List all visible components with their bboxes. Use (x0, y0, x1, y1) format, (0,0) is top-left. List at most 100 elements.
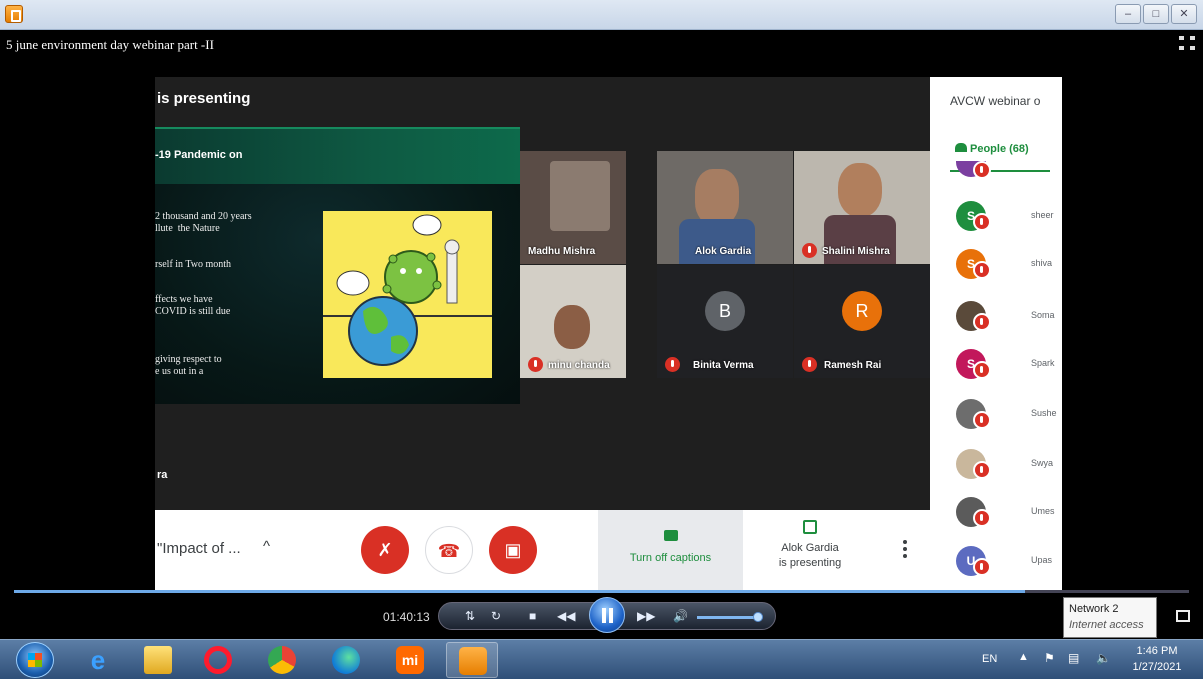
cartoon-illustration (323, 214, 492, 366)
expand-caret-icon[interactable]: ^ (263, 538, 270, 555)
participant-name: Ramesh Rai (824, 360, 882, 371)
participant-avatar: R (842, 291, 882, 331)
media-player-icon (459, 647, 487, 675)
taskbar-chrome[interactable] (256, 642, 308, 678)
participant-name: Upas (1031, 555, 1053, 565)
elapsed-time: 01:40:13 (383, 610, 430, 624)
people-tab-label: People (68) (970, 143, 1029, 155)
show-hidden-icons[interactable]: ▲ (1018, 651, 1029, 663)
participant-row[interactable]: Soma (956, 297, 1062, 337)
fullscreen-icon[interactable] (1179, 36, 1195, 50)
camera-off-button[interactable]: ▣ (489, 526, 537, 574)
seek-bar[interactable] (14, 590, 1189, 593)
taskbar: e mi EN ▲ ⚑ ▤ 🔈 (0, 639, 1203, 679)
chrome-icon (268, 646, 296, 674)
meeting-controls-bar: "Impact of ... ^ ✗ ☎ ▣ Turn off captions… (155, 510, 930, 590)
participant-row[interactable]: U Upas (956, 542, 1062, 582)
volume-tray-icon[interactable]: 🔈 (1096, 651, 1111, 665)
participant-name: Binita Verma (693, 360, 754, 371)
participant-avatar: B (705, 291, 745, 331)
muted-mic-icon (973, 558, 991, 576)
pause-button[interactable] (589, 597, 625, 633)
taskbar-opera[interactable] (192, 642, 244, 678)
presenting-label: is presenting (157, 90, 251, 107)
taskbar-ie[interactable]: e (72, 642, 124, 678)
volume-slider[interactable] (697, 612, 763, 622)
presenter-status[interactable]: Alok Gardia is presenting (755, 520, 865, 571)
minimize-button[interactable]: – (1115, 4, 1141, 24)
muted-mic-icon (973, 361, 991, 379)
transport-controls: ⇅ ↻ ■ ◀◀ ▶▶ 🔊 (438, 597, 776, 633)
participant-row[interactable]: S sheer (956, 197, 1062, 237)
muted-mic-icon (665, 357, 680, 372)
participant-tile[interactable]: B Binita Verma (657, 265, 793, 378)
clock-date: 1/27/2021 (1132, 661, 1182, 673)
muted-mic-icon (973, 313, 991, 331)
taskbar-edge[interactable] (320, 642, 372, 678)
start-button[interactable] (16, 642, 54, 678)
muted-mic-icon (973, 161, 991, 179)
meeting-topic[interactable]: "Impact of ... (157, 540, 241, 557)
participant-name: Soma (1031, 310, 1055, 320)
muted-mic-icon (802, 243, 817, 258)
taskbar-explorer[interactable] (132, 642, 184, 678)
language-indicator[interactable]: EN (982, 653, 997, 665)
muted-mic-icon (973, 509, 991, 527)
taskbar-mi[interactable]: mi (384, 642, 436, 678)
captions-button[interactable]: Turn off captions (598, 510, 743, 590)
participant-row[interactable]: S shiva (956, 245, 1062, 285)
participant-name: Umes (1031, 506, 1055, 516)
maximize-button[interactable]: □ (1143, 4, 1169, 24)
presenter-name: Alok Gardia (781, 542, 839, 554)
stop-icon[interactable]: ■ (529, 609, 536, 623)
shuffle-icon[interactable]: ⇅ (465, 609, 475, 623)
network-name: Network 2 (1069, 603, 1119, 615)
participant-row[interactable]: Umes (956, 493, 1062, 533)
folder-icon (144, 646, 172, 674)
participant-name: Madhu Mishra (528, 246, 596, 257)
captions-label: Turn off captions (629, 552, 712, 564)
leave-call-button[interactable]: ☎ (425, 526, 473, 574)
previous-icon[interactable]: ◀◀ (557, 609, 575, 623)
participant-row[interactable]: Swya (956, 445, 1062, 485)
opera-icon (204, 646, 232, 674)
slide-text-line: 2 thousand and 20 years llute the Nature (155, 211, 252, 234)
muted-mic-icon (528, 357, 543, 372)
present-screen-icon (803, 520, 817, 534)
participant-row[interactable]: S Spark (956, 345, 1062, 385)
volume-knob[interactable] (753, 612, 763, 622)
captions-icon (663, 530, 678, 541)
network-icon[interactable]: ▤ (1068, 651, 1079, 665)
participant-tile[interactable]: Madhu Mishra (520, 151, 626, 264)
mute-mic-button[interactable]: ✗ (361, 526, 409, 574)
earth-virus-cartoon (323, 211, 492, 378)
action-center-flag-icon[interactable]: ⚑ (1044, 651, 1055, 665)
more-options-icon[interactable] (903, 540, 907, 561)
player-controls: 01:40:13 ⇅ ↻ ■ ◀◀ ▶▶ 🔊 (0, 596, 1203, 639)
volume-icon[interactable]: 🔊 (673, 609, 688, 623)
clock-time: 1:46 PM (1136, 645, 1178, 657)
close-button[interactable]: ✕ (1171, 4, 1197, 24)
taskbar-media-player[interactable] (446, 642, 498, 678)
window-controls: – □ ✕ (1115, 4, 1197, 24)
participant-tile[interactable]: Shalini Mishra (794, 151, 930, 264)
meeting-video: is presenting -19 Pandemic on 2 thousand… (155, 77, 1062, 590)
switch-to-library-icon[interactable] (1176, 610, 1190, 622)
participant-name: Alok Gardia (695, 246, 752, 257)
participant-row[interactable]: Sushe (956, 395, 1062, 435)
people-tab[interactable]: People (68) (955, 143, 1029, 155)
muted-mic-icon (973, 461, 991, 479)
presentation-slide: -19 Pandemic on 2 thousand and 20 years … (155, 127, 520, 404)
participant-tile[interactable]: minu chanda (520, 265, 626, 378)
partial-participant-name: ra (157, 469, 168, 481)
participant-tile[interactable]: R Ramesh Rai (794, 265, 930, 378)
tray-clock[interactable]: 1:46 PM 1/27/2021 (1112, 643, 1202, 675)
next-icon[interactable]: ▶▶ (637, 609, 655, 623)
internet-explorer-icon: e (90, 645, 106, 675)
participant-row[interactable] (956, 161, 1062, 183)
participant-tile[interactable]: Alok Gardia (657, 151, 793, 264)
panel-meeting-title: AVCW webinar o (950, 94, 1041, 108)
muted-mic-icon (973, 213, 991, 231)
repeat-icon[interactable]: ↻ (491, 609, 501, 623)
desktop: – □ ✕ 5 june environment day webinar par… (0, 0, 1203, 679)
